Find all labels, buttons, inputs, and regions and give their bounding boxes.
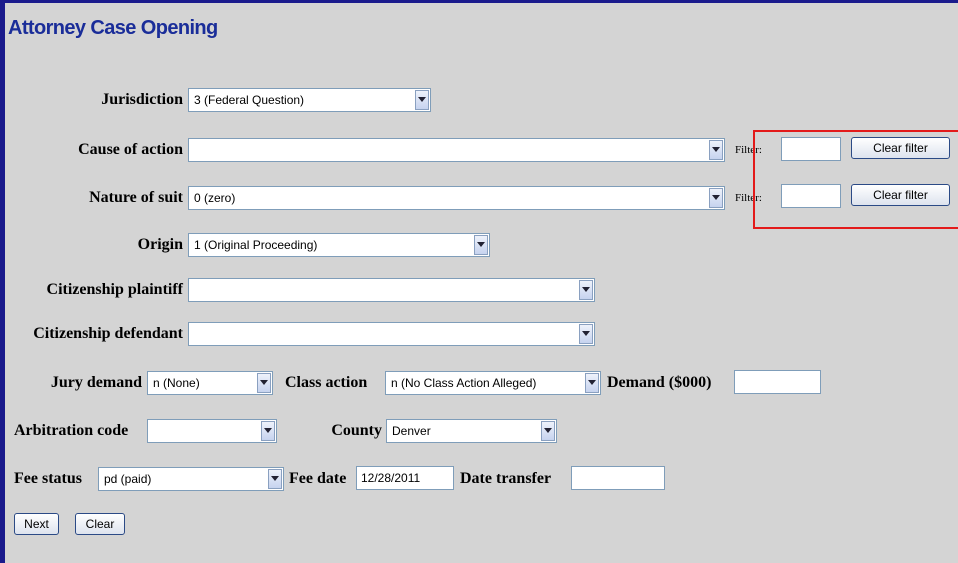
class-action-value: n (No Class Action Alleged) <box>391 376 537 390</box>
date-transfer-input[interactable] <box>571 466 665 490</box>
fee-status-label: Fee status <box>14 470 82 487</box>
chevron-down-icon[interactable] <box>579 280 593 300</box>
county-value: Denver <box>392 424 431 438</box>
next-button[interactable]: Next <box>14 513 59 535</box>
fee-status-value: pd (paid) <box>104 472 152 486</box>
chevron-down-icon[interactable] <box>474 235 488 255</box>
chevron-down-icon[interactable] <box>257 373 271 393</box>
chevron-down-icon[interactable] <box>585 373 599 393</box>
county-select[interactable]: Denver <box>386 419 557 443</box>
origin-label: Origin <box>137 236 183 253</box>
citizenship-defendant-select[interactable] <box>188 322 595 346</box>
demand-input[interactable] <box>734 370 821 394</box>
citizenship-plaintiff-select[interactable] <box>188 278 595 302</box>
chevron-down-icon[interactable] <box>261 421 275 441</box>
citizenship-defendant-label: Citizenship defendant <box>33 325 183 342</box>
jury-demand-select[interactable]: n (None) <box>147 371 273 395</box>
cause-of-action-select[interactable] <box>188 138 725 162</box>
nature-of-suit-label: Nature of suit <box>89 189 183 206</box>
jury-demand-value: n (None) <box>153 376 200 390</box>
jurisdiction-label: Jurisdiction <box>101 91 183 108</box>
fee-status-select[interactable]: pd (paid) <box>98 467 284 491</box>
arbitration-code-select[interactable] <box>147 419 277 443</box>
highlight-box <box>753 130 958 229</box>
jury-demand-label: Jury demand <box>50 374 142 391</box>
nature-of-suit-select[interactable]: 0 (zero) <box>188 186 725 210</box>
page-title: Attorney Case Opening <box>8 17 218 39</box>
citizenship-plaintiff-label: Citizenship plaintiff <box>46 281 183 298</box>
class-action-select[interactable]: n (No Class Action Alleged) <box>385 371 601 395</box>
chevron-down-icon[interactable] <box>268 469 282 489</box>
origin-select[interactable]: 1 (Original Proceeding) <box>188 233 490 257</box>
chevron-down-icon[interactable] <box>579 324 593 344</box>
jurisdiction-value: 3 (Federal Question) <box>194 93 305 107</box>
jurisdiction-select[interactable]: 3 (Federal Question) <box>188 88 431 112</box>
county-label: County <box>331 422 382 439</box>
fee-date-input[interactable]: 12/28/2011 <box>356 466 454 490</box>
class-action-label: Class action <box>285 374 368 391</box>
chevron-down-icon[interactable] <box>709 188 723 208</box>
chevron-down-icon[interactable] <box>541 421 555 441</box>
window-left-border <box>0 0 5 563</box>
clear-button[interactable]: Clear <box>75 513 125 535</box>
arbitration-code-label: Arbitration code <box>14 422 129 439</box>
date-transfer-label: Date transfer <box>460 470 552 487</box>
cause-of-action-label: Cause of action <box>78 141 183 158</box>
chevron-down-icon[interactable] <box>709 140 723 160</box>
origin-value: 1 (Original Proceeding) <box>194 238 318 252</box>
nature-of-suit-value: 0 (zero) <box>194 191 236 205</box>
demand-label: Demand ($000) <box>607 374 712 391</box>
fee-date-label: Fee date <box>289 470 347 487</box>
chevron-down-icon[interactable] <box>415 90 429 110</box>
window-top-border <box>0 0 958 3</box>
